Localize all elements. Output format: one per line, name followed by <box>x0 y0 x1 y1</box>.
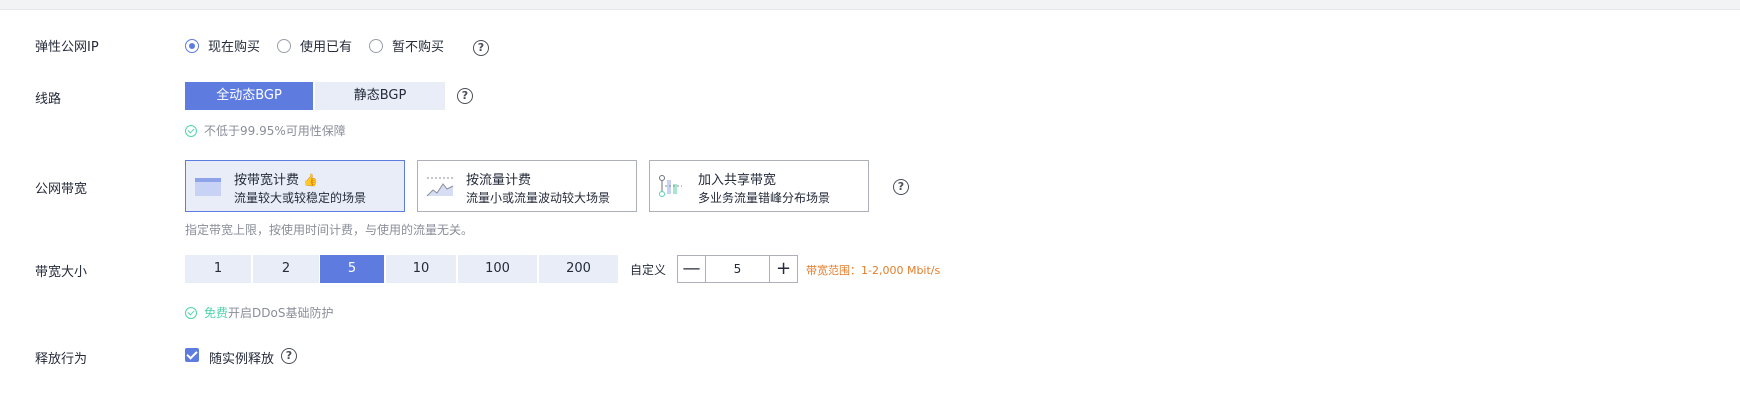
line-sla-text: 不低于99.95%可用性保障 <box>204 124 346 138</box>
custom-label: 自定义 <box>630 263 667 277</box>
eip-config-panel: 弹性公网IP 现在购买 使用已有 暂不购买 ? 线路 全动态BGP 静态BGP … <box>0 9 1740 393</box>
eip-row: 弹性公网IP 现在购买 使用已有 暂不购买 ? <box>0 32 1740 56</box>
radio-dot[interactable] <box>185 38 199 53</box>
radio-use-existing[interactable]: 使用已有 <box>277 36 352 55</box>
billing-note: 指定带宽上限，按使用时间计费，与使用的流量无关。 <box>185 221 473 238</box>
billing-note-text: 指定带宽上限，按使用时间计费，与使用的流量无关。 <box>185 223 474 237</box>
billing-card-title: 按带宽计费 👍 <box>234 173 318 188</box>
ddos-note: 免费 开启DDoS基础防护 <box>185 304 333 321</box>
bandwidth-option-100[interactable]: 100 <box>458 255 537 283</box>
billing-card-desc: 多业务流量错峰分布场景 <box>698 191 831 205</box>
help-icon[interactable]: ? <box>893 179 909 195</box>
billing-card-title: 加入共享带宽 <box>698 173 777 188</box>
radio-label: 暂不购买 <box>392 40 445 55</box>
bandwidth-size-label: 带宽大小 <box>35 265 88 280</box>
bandwidth-value-input[interactable] <box>706 256 769 282</box>
radio-label: 使用已有 <box>300 40 353 55</box>
line-row: 线路 全动态BGP 静态BGP ? <box>0 82 1740 110</box>
ddos-note-text: 开启DDoS基础防护 <box>228 306 334 320</box>
traffic-icon <box>426 177 454 197</box>
bandwidth-icon <box>195 178 221 196</box>
bandwidth-option-5[interactable]: 5 <box>320 255 384 283</box>
bandwidth-option-1[interactable]: 1 <box>185 255 251 283</box>
line-label: 线路 <box>35 92 62 107</box>
bandwidth-range-hint: 带宽范围：1-2,000 Mbit/s <box>806 264 941 277</box>
billing-card-desc: 流量小或流量波动较大场景 <box>466 191 611 205</box>
line-option-dynamic-bgp[interactable]: 全动态BGP <box>185 82 313 110</box>
ddos-free-tag: 免费 <box>204 306 229 320</box>
check-circle-icon <box>185 124 197 137</box>
help-icon[interactable]: ? <box>281 348 297 364</box>
bandwidth-billing-label: 公网带宽 <box>35 182 88 197</box>
radio-label: 现在购买 <box>208 40 261 55</box>
billing-card-by-bandwidth[interactable]: 按带宽计费 👍 流量较大或较稳定的场景 <box>185 160 405 212</box>
radio-dot[interactable] <box>277 38 291 53</box>
radio-dot[interactable] <box>369 38 383 53</box>
release-checkbox-label: 随实例释放 <box>209 352 275 367</box>
bandwidth-billing-row: 公网带宽 按带宽计费 👍 流量较大或较稳定的场景 按流量计费 流量小或流量波动较大… <box>0 160 1740 214</box>
help-icon[interactable]: ? <box>457 88 473 104</box>
thumbs-up-icon: 👍 <box>303 173 318 187</box>
radio-buy-now[interactable]: 现在购买 <box>185 36 260 55</box>
line-sla-note: 不低于99.95%可用性保障 <box>185 122 346 139</box>
eip-label: 弹性公网IP <box>35 40 99 55</box>
billing-card-title: 按流量计费 <box>466 173 532 188</box>
bandwidth-option-200[interactable]: 200 <box>539 255 618 283</box>
billing-card-shared[interactable]: 加入共享带宽 多业务流量错峰分布场景 <box>649 160 869 212</box>
decrement-button[interactable]: — <box>678 256 706 282</box>
billing-card-desc: 流量较大或较稳定的场景 <box>234 191 367 205</box>
shared-bandwidth-icon <box>659 175 682 197</box>
release-with-instance-checkbox[interactable] <box>185 348 199 362</box>
release-label: 释放行为 <box>35 352 88 367</box>
billing-card-by-traffic[interactable]: 按流量计费 流量小或流量波动较大场景 <box>417 160 637 212</box>
help-icon[interactable]: ? <box>473 40 489 56</box>
bandwidth-option-10[interactable]: 10 <box>386 255 456 283</box>
release-row: 释放行为 随实例释放 ? <box>0 344 1740 368</box>
increment-button[interactable]: + <box>769 256 797 282</box>
radio-no-buy[interactable]: 暂不购买 <box>369 36 444 55</box>
check-circle-icon <box>185 306 197 319</box>
bandwidth-option-2[interactable]: 2 <box>253 255 319 283</box>
bandwidth-size-row: 带宽大小 1 2 5 10 100 200 自定义 — + 带宽范围：1-2,0… <box>0 255 1740 283</box>
bandwidth-stepper: — + <box>677 255 798 283</box>
line-option-static-bgp[interactable]: 静态BGP <box>315 82 445 110</box>
